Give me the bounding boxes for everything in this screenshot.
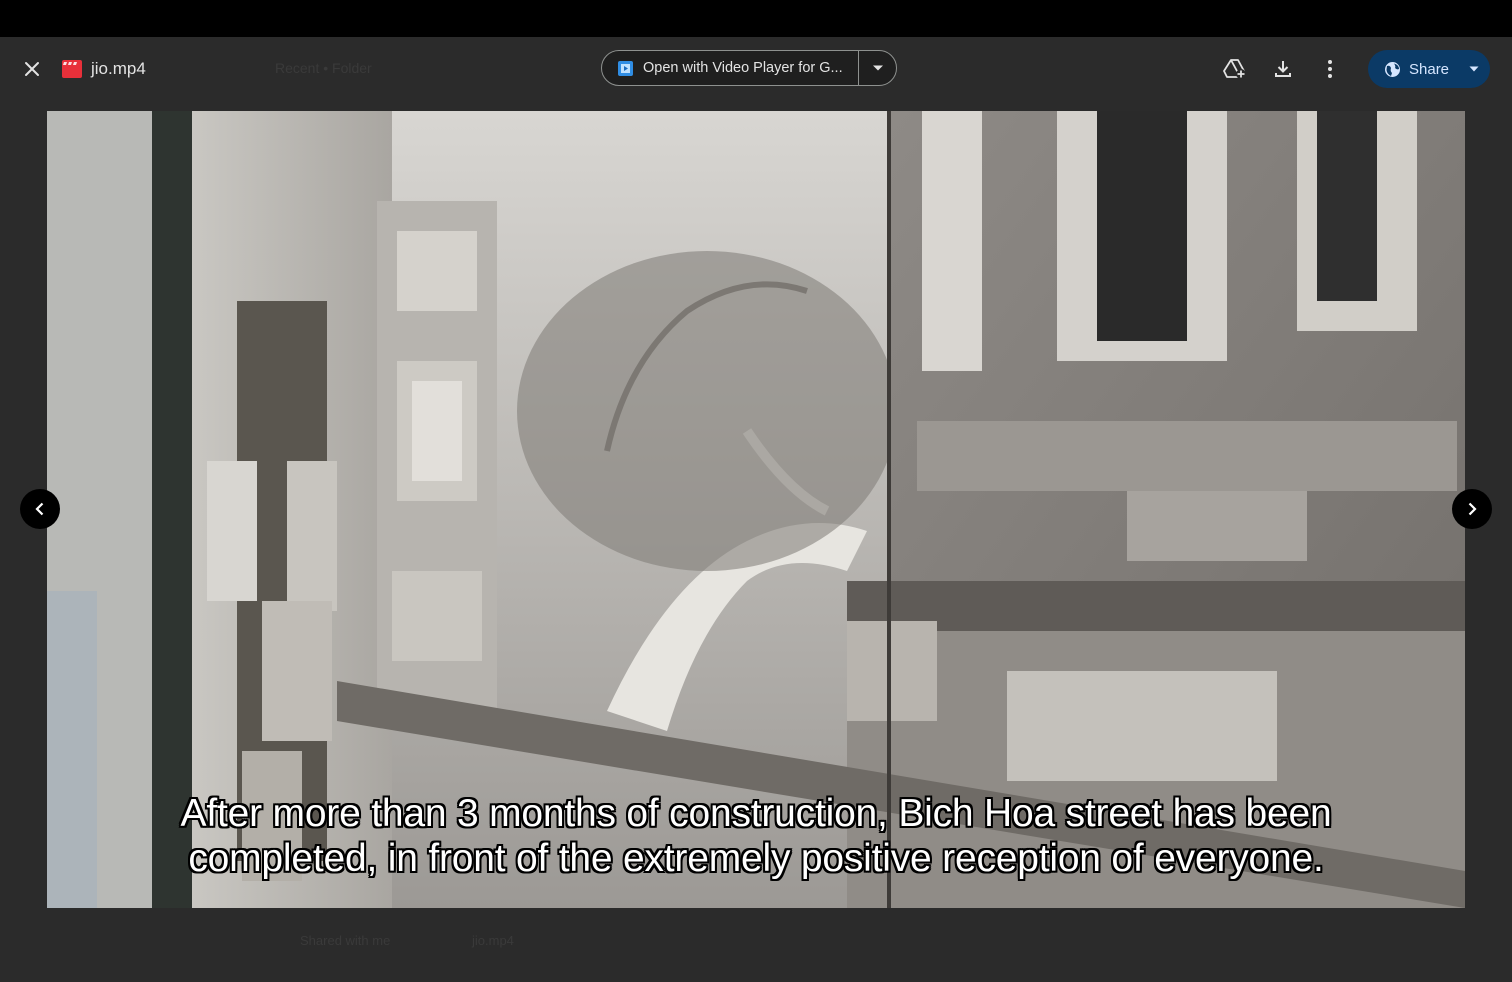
top-black-strip: [0, 0, 1512, 37]
subtitle-line-1: After more than 3 months of construction…: [180, 792, 1332, 835]
more-options-button[interactable]: [1310, 49, 1350, 89]
video-player-app-icon: [618, 60, 633, 76]
video-player[interactable]: After more than 3 months of construction…: [47, 111, 1465, 908]
next-file-button[interactable]: [1452, 489, 1492, 529]
caret-down-icon: [1469, 66, 1479, 72]
more-vert-icon: [1328, 60, 1332, 78]
close-icon: [25, 62, 39, 76]
viewer-header: jio.mp4 Open with Video Player for G...: [0, 37, 1512, 101]
download-button[interactable]: [1263, 49, 1303, 89]
share-button[interactable]: Share: [1368, 50, 1459, 88]
file-name: jio.mp4: [91, 59, 146, 78]
add-to-drive-button[interactable]: [1215, 49, 1255, 89]
open-with-label: Open with Video Player for G...: [643, 60, 843, 76]
open-with-button[interactable]: Open with Video Player for G...: [602, 51, 858, 85]
previous-file-button[interactable]: [20, 489, 60, 529]
download-icon: [1275, 61, 1291, 77]
video-frame-image: [47, 111, 1465, 908]
add-to-drive-icon: [1223, 59, 1246, 79]
close-button[interactable]: [12, 49, 52, 89]
share-label: Share: [1409, 60, 1450, 78]
subtitle-line-2: completed, in front of the extremely pos…: [188, 837, 1324, 880]
share-dropdown-button[interactable]: [1459, 50, 1490, 88]
open-with-control: Open with Video Player for G...: [601, 50, 897, 86]
globe-icon: [1385, 61, 1400, 77]
open-with-dropdown-button[interactable]: [858, 51, 896, 85]
video-file-icon: [62, 60, 82, 78]
caret-down-icon: [872, 65, 883, 71]
chevron-left-icon: [35, 502, 44, 516]
share-control: Share: [1368, 50, 1490, 88]
chevron-right-icon: [1468, 502, 1477, 516]
background-footer-right: jio.mp4: [472, 933, 514, 948]
background-footer-left: Shared with me: [300, 933, 391, 948]
video-subtitles: After more than 3 months of construction…: [47, 791, 1465, 881]
